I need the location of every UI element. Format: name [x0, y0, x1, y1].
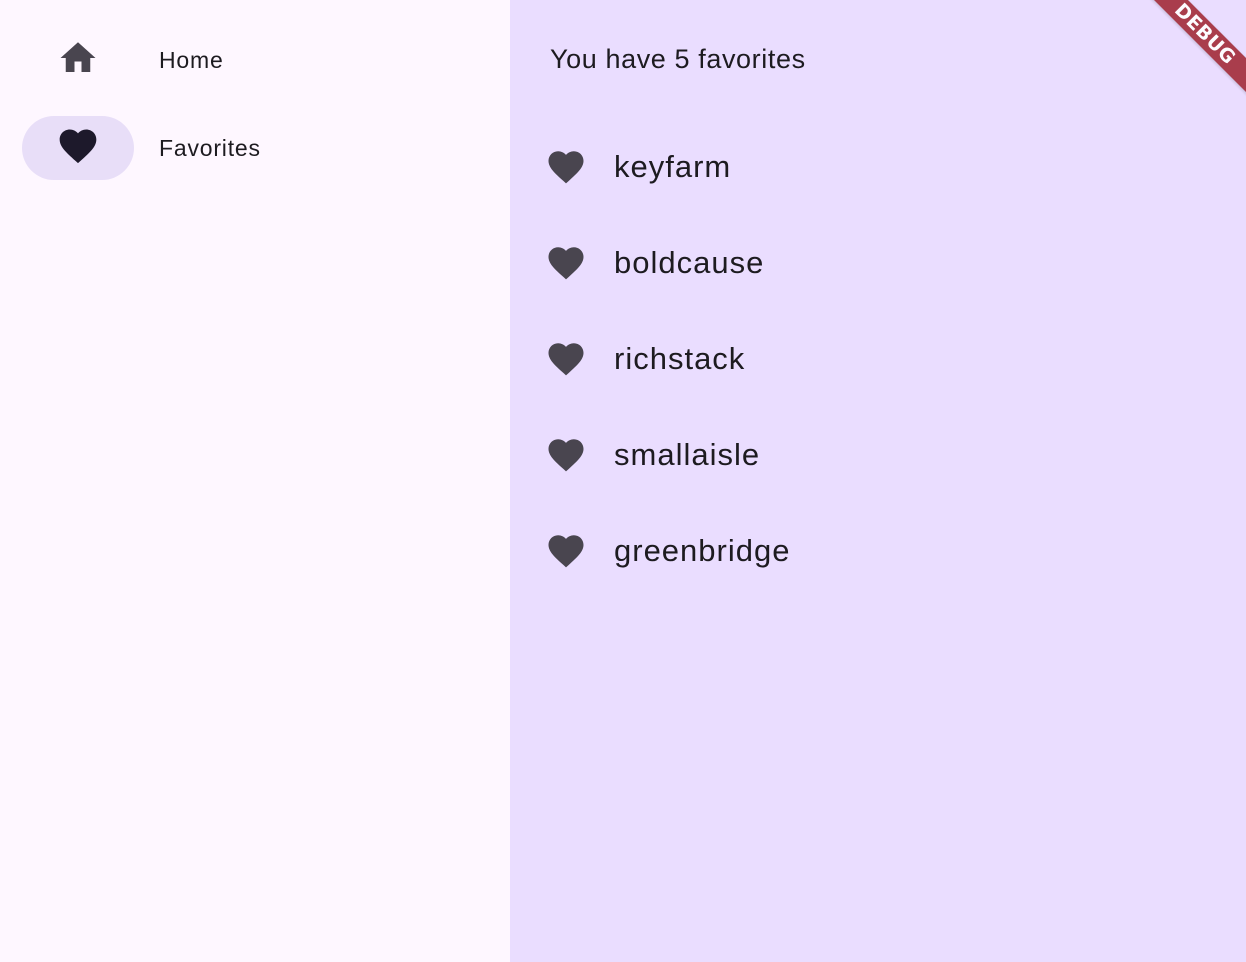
- rail-destination-label: Home: [159, 46, 224, 73]
- rail-destination-home[interactable]: Home: [22, 28, 482, 92]
- list-item[interactable]: boldcause: [510, 215, 1246, 311]
- destination-indicator: [22, 116, 134, 180]
- list-item[interactable]: greenbridge: [510, 503, 1246, 599]
- favorite-name: boldcause: [614, 245, 765, 280]
- destination-indicator: [22, 28, 134, 92]
- list-item[interactable]: smallaisle: [510, 407, 1246, 503]
- rail-destination-label: Favorites: [159, 134, 261, 161]
- debug-banner-label: DEBUG: [1136, 0, 1246, 103]
- favorite-name: keyfarm: [614, 149, 732, 184]
- favorites-list: keyfarm boldcause richstack smallaisle g…: [510, 119, 1246, 599]
- rail-destination-favorites[interactable]: Favorites: [22, 116, 482, 180]
- favorite-name: smallaisle: [614, 437, 761, 472]
- list-item[interactable]: richstack: [510, 311, 1246, 407]
- debug-banner: DEBUG: [1116, 0, 1246, 130]
- navigation-rail: Home Favorites: [0, 0, 510, 962]
- heart-icon: [545, 530, 587, 572]
- favorites-count-text: You have 5 favorites: [550, 44, 806, 74]
- list-item[interactable]: keyfarm: [510, 119, 1246, 215]
- heart-icon: [56, 124, 100, 173]
- favorites-page: You have 5 favorites keyfarm boldcause r…: [510, 0, 1246, 962]
- heart-icon: [545, 338, 587, 380]
- app-window: Home Favorites You have 5 favorites keyf…: [0, 0, 1246, 962]
- favorite-name: greenbridge: [614, 533, 791, 568]
- heart-icon: [545, 146, 587, 188]
- heart-icon: [545, 242, 587, 284]
- favorite-name: richstack: [614, 341, 746, 376]
- home-icon: [57, 37, 99, 84]
- heart-icon: [545, 434, 587, 476]
